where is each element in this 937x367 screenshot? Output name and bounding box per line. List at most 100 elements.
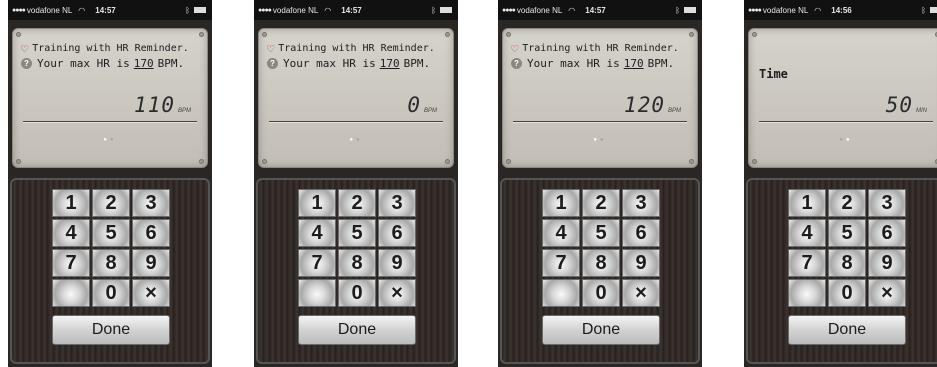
- screw-icon: [16, 32, 21, 37]
- page-dot: ●: [103, 137, 110, 143]
- keypad: 1 2 3 4 5 6 7 8 9 0 ×: [52, 189, 172, 307]
- key-5[interactable]: 5: [338, 219, 376, 247]
- key-7[interactable]: 7: [298, 249, 336, 277]
- screw-icon: [689, 159, 694, 164]
- help-icon[interactable]: ?: [267, 58, 278, 69]
- key-6[interactable]: 6: [622, 219, 660, 247]
- key-4[interactable]: 4: [542, 219, 580, 247]
- key-6[interactable]: 6: [378, 219, 416, 247]
- key-8[interactable]: 8: [828, 249, 866, 277]
- status-time: 14:57: [95, 5, 116, 15]
- done-button[interactable]: Done: [788, 315, 906, 345]
- key-5[interactable]: 5: [582, 219, 620, 247]
- key-clear[interactable]: ×: [868, 279, 906, 307]
- max-hr-value[interactable]: 170: [380, 57, 400, 70]
- signal-icon: ●●●●: [502, 6, 516, 14]
- key-9[interactable]: 9: [622, 249, 660, 277]
- screw-icon: [445, 159, 450, 164]
- screw-icon: [199, 32, 204, 37]
- page-indicator[interactable]: ●●: [503, 137, 697, 143]
- key-3[interactable]: 3: [622, 189, 660, 217]
- lcd-display: ♡ Training with HR Reminder. ? Your max …: [12, 28, 208, 168]
- key-5[interactable]: 5: [828, 219, 866, 247]
- key-clear[interactable]: ×: [622, 279, 660, 307]
- page-indicator[interactable]: ●●: [13, 137, 207, 143]
- key-0[interactable]: 0: [92, 279, 130, 307]
- key-1[interactable]: 1: [298, 189, 336, 217]
- reminder-text: Training with HR Reminder.: [32, 43, 189, 54]
- key-4[interactable]: 4: [52, 219, 90, 247]
- value-number: 0: [407, 93, 421, 117]
- key-4[interactable]: 4: [298, 219, 336, 247]
- key-7[interactable]: 7: [788, 249, 826, 277]
- key-6[interactable]: 6: [868, 219, 906, 247]
- page-dot: ●: [593, 137, 600, 143]
- key-8[interactable]: 8: [92, 249, 130, 277]
- value-readout: 120 BPM: [624, 93, 681, 117]
- key-clear[interactable]: ×: [132, 279, 170, 307]
- key-2[interactable]: 2: [92, 189, 130, 217]
- key-6[interactable]: 6: [132, 219, 170, 247]
- key-0[interactable]: 0: [828, 279, 866, 307]
- key-7[interactable]: 7: [52, 249, 90, 277]
- max-hr-value[interactable]: 170: [134, 57, 154, 70]
- value-number: 110: [134, 93, 175, 117]
- status-time: 14:56: [831, 5, 852, 15]
- max-hr-value[interactable]: 170: [624, 57, 644, 70]
- value-readout: 110 BPM: [134, 93, 191, 117]
- lcd-display: ♡ Training with HR Reminder. ? Your max …: [502, 28, 698, 168]
- key-3[interactable]: 3: [868, 189, 906, 217]
- battery-icon: [194, 7, 206, 13]
- key-1[interactable]: 1: [788, 189, 826, 217]
- key-blank: [52, 279, 90, 307]
- key-clear[interactable]: ×: [378, 279, 416, 307]
- page-dot: ●: [846, 137, 853, 143]
- key-1[interactable]: 1: [542, 189, 580, 217]
- value-unit: BPM: [667, 108, 681, 114]
- key-2[interactable]: 2: [828, 189, 866, 217]
- phone-screen-2: ●●●● vodafone NL ◠ 14:57 ᛒ ♡ Training wi…: [254, 0, 458, 367]
- max-hr-message: ? Your max HR is 170 BPM.: [511, 57, 674, 70]
- key-0[interactable]: 0: [338, 279, 376, 307]
- done-button[interactable]: Done: [542, 315, 660, 345]
- time-label: Time: [759, 67, 788, 81]
- signal-icon: ●●●●: [748, 6, 762, 14]
- key-9[interactable]: 9: [378, 249, 416, 277]
- key-3[interactable]: 3: [132, 189, 170, 217]
- key-7[interactable]: 7: [542, 249, 580, 277]
- done-button[interactable]: Done: [298, 315, 416, 345]
- key-2[interactable]: 2: [582, 189, 620, 217]
- key-4[interactable]: 4: [788, 219, 826, 247]
- key-0[interactable]: 0: [582, 279, 620, 307]
- done-button[interactable]: Done: [52, 315, 170, 345]
- key-9[interactable]: 9: [868, 249, 906, 277]
- key-5[interactable]: 5: [92, 219, 130, 247]
- battery-icon: [930, 7, 937, 13]
- lcd-display: ♡ Training with HR Reminder. ? Your max …: [258, 28, 454, 168]
- page-indicator[interactable]: ●●: [259, 137, 453, 143]
- value-unit: MIN: [916, 108, 927, 114]
- page-dot: ●: [600, 137, 607, 143]
- key-8[interactable]: 8: [582, 249, 620, 277]
- bluetooth-icon: ᛒ: [431, 5, 436, 15]
- key-8[interactable]: 8: [338, 249, 376, 277]
- page-dot: ●: [356, 137, 363, 143]
- signal-icon: ●●●●: [258, 6, 272, 14]
- help-icon[interactable]: ?: [511, 58, 522, 69]
- key-2[interactable]: 2: [338, 189, 376, 217]
- max-hr-suffix: BPM.: [157, 57, 185, 70]
- key-9[interactable]: 9: [132, 249, 170, 277]
- heart-icon: ♡: [267, 41, 275, 56]
- carrier-label: vodafone NL: [272, 5, 319, 15]
- help-icon[interactable]: ?: [21, 58, 32, 69]
- status-time: 14:57: [585, 5, 606, 15]
- key-1[interactable]: 1: [52, 189, 90, 217]
- key-3[interactable]: 3: [378, 189, 416, 217]
- keypad-panel: 1 2 3 4 5 6 7 8 9 0 × Done: [256, 178, 456, 364]
- value-readout: 0 BPM: [407, 93, 437, 117]
- wifi-icon: ◠: [324, 5, 332, 15]
- carrier-label: vodafone NL: [516, 5, 563, 15]
- screw-icon: [506, 159, 511, 164]
- page-indicator[interactable]: ●●: [749, 137, 937, 143]
- carrier-label: vodafone NL: [762, 5, 809, 15]
